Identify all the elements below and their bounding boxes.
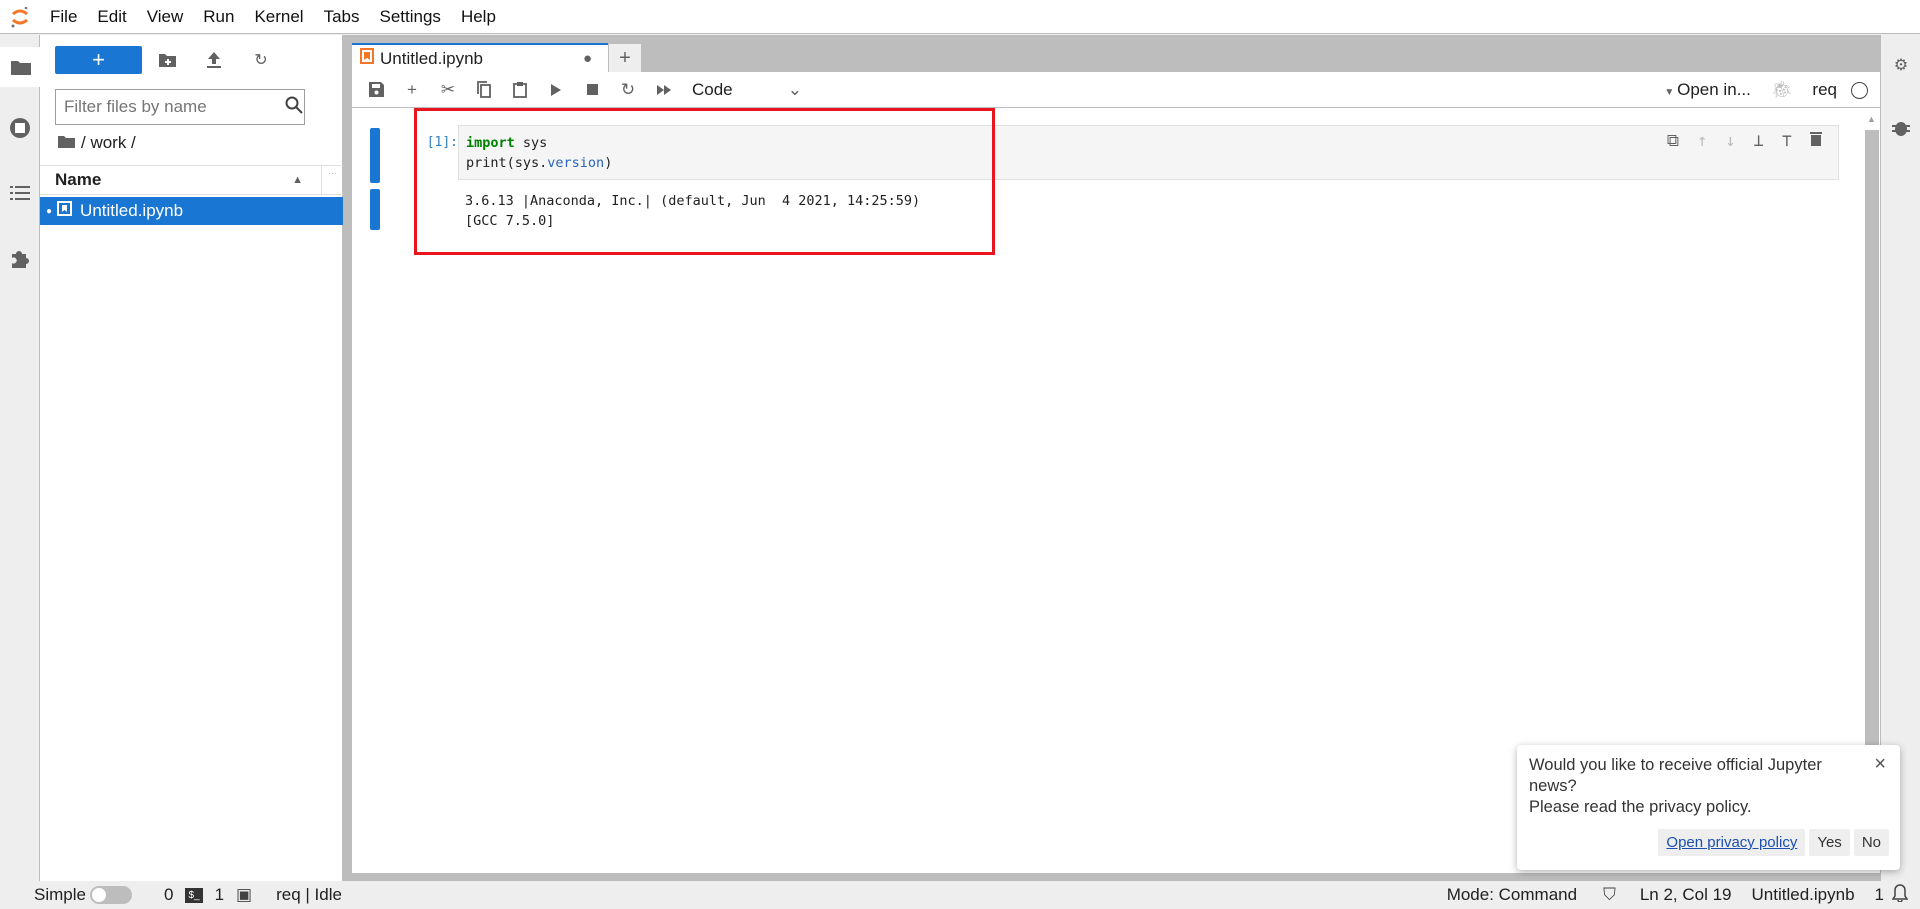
insert-below-icon[interactable]: ⊤	[1782, 131, 1792, 151]
run-icon[interactable]	[538, 75, 574, 105]
left-sidebar	[0, 35, 41, 881]
file-item[interactable]: ● Untitled.ipynb	[40, 197, 343, 225]
folder-icon[interactable]	[0, 47, 41, 87]
close-icon[interactable]: ×	[1874, 753, 1886, 776]
kernel-status[interactable]: req | Idle	[276, 885, 342, 905]
open-in-label: Open in...	[1677, 80, 1751, 99]
notebook-icon	[57, 201, 73, 221]
notification-message: Would you like to receive official Jupyt…	[1529, 756, 1822, 795]
menu-kernel[interactable]: Kernel	[244, 7, 313, 27]
simple-mode-label: Simple	[34, 885, 86, 904]
cell-type-select[interactable]: Code ⌄	[692, 80, 802, 100]
menu-view[interactable]: View	[137, 7, 194, 27]
status-bar: Simple 0 $_ 1 ▣ req | Idle Mode: Command…	[0, 881, 1920, 909]
menu-file[interactable]: File	[40, 7, 87, 27]
column-resize-handle[interactable]: …	[321, 166, 343, 194]
kernel-status-idle-icon	[1851, 81, 1868, 99]
no-button[interactable]: No	[1853, 829, 1889, 856]
menu-run[interactable]: Run	[193, 7, 244, 27]
toolbar-right: ▼ Open in... 🐞︎ req	[1664, 72, 1868, 108]
unsaved-dot-icon[interactable]: ●	[583, 50, 592, 67]
simple-mode-toggle[interactable]	[89, 886, 132, 904]
restart-icon[interactable]: ↻	[610, 75, 646, 105]
save-icon[interactable]	[358, 75, 394, 105]
file-list-header: Name ▲ …	[40, 165, 343, 195]
breadcrumb-path[interactable]: / work /	[81, 133, 136, 153]
cpu-chip-icon: ▣	[236, 885, 253, 904]
cursor-position[interactable]: Ln 2, Col 19	[1640, 885, 1732, 905]
tab-untitled-ipynb[interactable]: Untitled.ipynb ●	[352, 43, 608, 72]
notebook-icon	[360, 48, 374, 69]
file-browser: + ↻ / work / Name▲ … ● Untitled.ipynb	[40, 35, 343, 881]
duplicate-cell-icon[interactable]: ⧉	[1667, 131, 1679, 151]
bell-icon[interactable]	[1891, 883, 1909, 907]
scrollbar-thumb[interactable]	[1865, 130, 1879, 830]
jupyter-logo-icon	[0, 0, 40, 34]
cell-toolbar: ⧉ ↑ ↓ ⊥ ⊤	[1667, 131, 1822, 151]
new-launcher-button[interactable]: +	[55, 46, 142, 74]
move-up-icon[interactable]: ↑	[1697, 131, 1707, 151]
file-name: Untitled.ipynb	[80, 201, 184, 220]
refresh-icon[interactable]: ↻	[246, 46, 276, 74]
mode-indicator: Mode: Command	[1446, 885, 1578, 904]
notebook-toolbar: + ✂ ↻ Code ⌄ ▼ Open in... 🐞︎ req	[352, 72, 1880, 108]
move-down-icon[interactable]: ↓	[1725, 131, 1735, 151]
running-icon[interactable]	[0, 108, 40, 148]
menu-bar: File Edit View Run Kernel Tabs Settings …	[0, 0, 1920, 34]
menu-help[interactable]: Help	[451, 7, 506, 27]
notification-message-2: Please read the privacy policy.	[1529, 798, 1752, 816]
search-icon	[285, 96, 303, 119]
add-cell-icon[interactable]: +	[394, 75, 430, 105]
insert-above-icon[interactable]: ⊥	[1754, 131, 1764, 151]
input-collapser[interactable]	[370, 128, 380, 183]
menu-settings[interactable]: Settings	[370, 7, 451, 27]
new-folder-icon[interactable]	[152, 46, 182, 74]
yes-button[interactable]: Yes	[1809, 829, 1850, 856]
filter-input[interactable]	[64, 97, 285, 117]
breadcrumb: / work /	[58, 133, 136, 153]
chevron-down-icon: ⌄	[787, 79, 802, 99]
fast-forward-icon[interactable]	[646, 75, 682, 105]
kernel-count[interactable]: 1	[215, 885, 224, 905]
table-of-contents-icon[interactable]	[0, 173, 40, 213]
running-dot-icon: ●	[46, 205, 53, 217]
upload-icon[interactable]	[199, 46, 229, 74]
filter-files-input[interactable]	[55, 89, 305, 125]
caret-down-icon: ▼	[1664, 87, 1678, 98]
current-file: Untitled.ipynb	[1751, 885, 1855, 904]
open-privacy-policy-link[interactable]: Open privacy policy	[1658, 829, 1806, 856]
menu-tabs[interactable]: Tabs	[314, 7, 370, 27]
trusted-shield-icon[interactable]: ⛉	[1603, 885, 1616, 905]
folder-icon[interactable]	[58, 133, 75, 153]
stop-icon[interactable]	[574, 75, 610, 105]
menu-edit[interactable]: Edit	[87, 7, 136, 27]
highlight-box	[414, 108, 995, 255]
property-inspector-gears-icon[interactable]: ⚙	[1881, 45, 1920, 85]
delete-cell-icon[interactable]	[1810, 131, 1822, 151]
column-name[interactable]: Name	[40, 170, 292, 190]
open-in-button[interactable]: ▼ Open in...	[1664, 80, 1750, 100]
cut-icon[interactable]: ✂	[430, 75, 466, 105]
cell-type-value: Code	[692, 79, 733, 99]
copy-icon[interactable]	[466, 75, 502, 105]
add-tab-button[interactable]: +	[609, 44, 641, 72]
extensions-icon[interactable]	[0, 238, 40, 278]
paste-icon[interactable]	[502, 75, 538, 105]
notification-count[interactable]: 1	[1875, 885, 1884, 905]
scroll-up-icon[interactable]: ▲	[1867, 114, 1876, 124]
terminal-icon: $_	[185, 887, 203, 903]
sort-ascending-icon[interactable]: ▲	[292, 174, 303, 186]
output-collapser[interactable]	[370, 189, 380, 230]
kernel-name[interactable]: req	[1812, 80, 1837, 100]
terminal-count[interactable]: 0	[164, 885, 173, 905]
notification-toast: Would you like to receive official Jupyt…	[1517, 745, 1900, 870]
debugger-icon[interactable]: 🐞︎	[1771, 80, 1793, 100]
tab-title: Untitled.ipynb	[380, 48, 484, 68]
debugger-icon[interactable]	[1881, 108, 1920, 148]
